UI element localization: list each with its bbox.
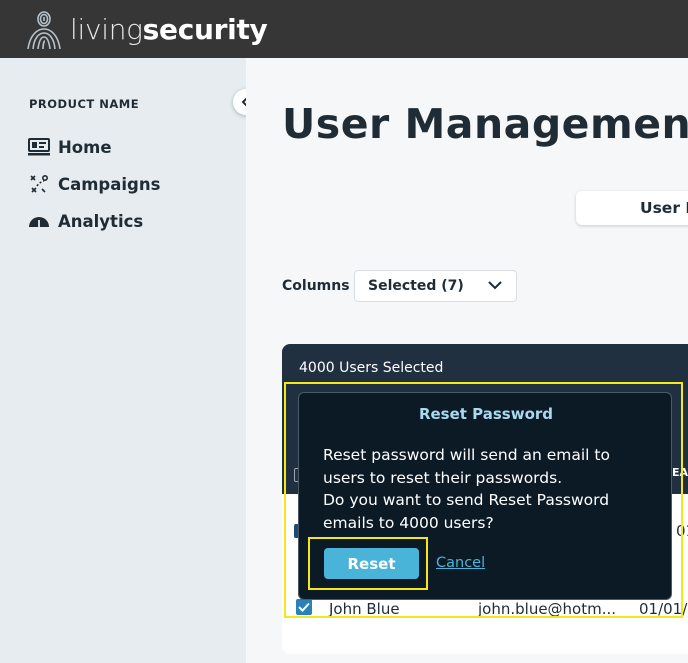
sidebar-item-label-analytics: Analytics [58,211,144,231]
dialog-body-line: Do you want to send Reset Password email… [323,491,610,532]
dialog-body: Reset password will send an email to use… [323,444,653,534]
sidebar: PRODUCT NAME Home Campaigns Analytics [0,58,246,663]
reset-button[interactable]: Reset [324,548,419,579]
living-security-logo[interactable]: livingsecurity [24,9,268,49]
columns-label: Columns [282,278,350,294]
tab-user-list[interactable]: User L [576,191,688,225]
fingerprint-person-icon [27,11,61,49]
columns-select-value: Selected (7) [368,278,464,294]
logo-word-living: living [70,12,143,46]
page-title: User Management [282,100,688,148]
dialog-title: Reset Password [418,405,554,423]
columns-select[interactable]: Selected (7) [354,270,517,302]
tab-user-list-label: User L [640,199,688,217]
sidebar-item-home[interactable]: Home [27,137,112,157]
dialog-body-line: Reset password will send an email to use… [323,446,610,487]
sidebar-item-label-campaigns: Campaigns [58,174,161,194]
sidebar-item-campaigns[interactable]: Campaigns [27,174,160,194]
product-name-label: PRODUCT NAME [29,97,140,111]
selected-count: 4000 Users Selected [299,360,444,376]
chevron-down-icon [488,281,502,290]
logo-wordmark: livingsecurity [70,13,268,46]
sidebar-item-label-home: Home [58,137,112,157]
analytics-gauge-icon [27,211,51,231]
cancel-link[interactable]: Cancel [436,555,485,571]
logo-word-security: security [142,12,268,46]
home-dashboard-icon [27,137,51,157]
campaigns-strategy-icon [27,174,51,194]
sidebar-item-analytics[interactable]: Analytics [27,211,143,231]
top-bar: livingsecurity [0,0,688,58]
